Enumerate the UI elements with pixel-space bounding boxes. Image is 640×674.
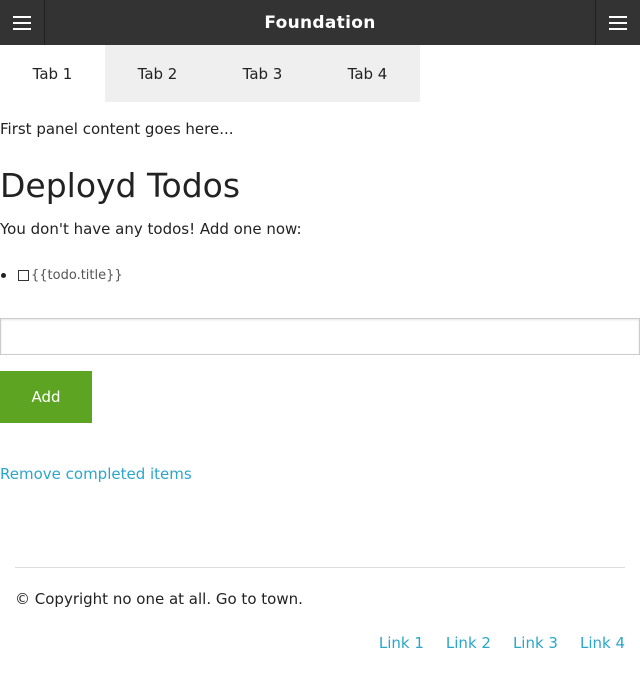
footer-link-3[interactable]: Link 3 — [513, 634, 558, 652]
copyright-text: © Copyright no one at all. Go to town. — [15, 590, 303, 608]
footer-link-1[interactable]: Link 1 — [379, 634, 424, 652]
footer-link-4[interactable]: Link 4 — [580, 634, 625, 652]
todo-checkbox[interactable] — [18, 269, 29, 281]
bullet-icon — [1, 272, 6, 278]
hamburger-icon — [609, 15, 627, 30]
tab-4[interactable]: Tab 4 — [315, 45, 420, 102]
empty-message: You don't have any todos! Add one now: — [0, 220, 302, 238]
left-menu-button[interactable] — [0, 0, 45, 45]
remove-completed-link[interactable]: Remove completed items — [0, 465, 192, 483]
tab-2[interactable]: Tab 2 — [105, 45, 210, 102]
tab-1[interactable]: Tab 1 — [0, 45, 105, 102]
new-todo-input[interactable] — [0, 318, 640, 355]
footer-link-2[interactable]: Link 2 — [446, 634, 491, 652]
todos-heading: Deployd Todos — [0, 166, 241, 205]
footer-divider — [15, 567, 625, 568]
tab-3[interactable]: Tab 3 — [210, 45, 315, 102]
list-item: {{todo.title}} — [0, 265, 123, 285]
todo-title: {{todo.title}} — [31, 267, 123, 283]
right-menu-button[interactable] — [595, 0, 640, 45]
top-bar: Foundation — [0, 0, 640, 45]
page-title[interactable]: Foundation — [45, 0, 595, 45]
panel-content: First panel content goes here... — [0, 120, 234, 138]
footer-links: Link 1 Link 2 Link 3 Link 4 — [379, 634, 625, 652]
tab-bar: Tab 1 Tab 2 Tab 3 Tab 4 — [0, 45, 420, 102]
hamburger-icon — [13, 15, 31, 30]
add-button[interactable]: Add — [0, 371, 92, 423]
